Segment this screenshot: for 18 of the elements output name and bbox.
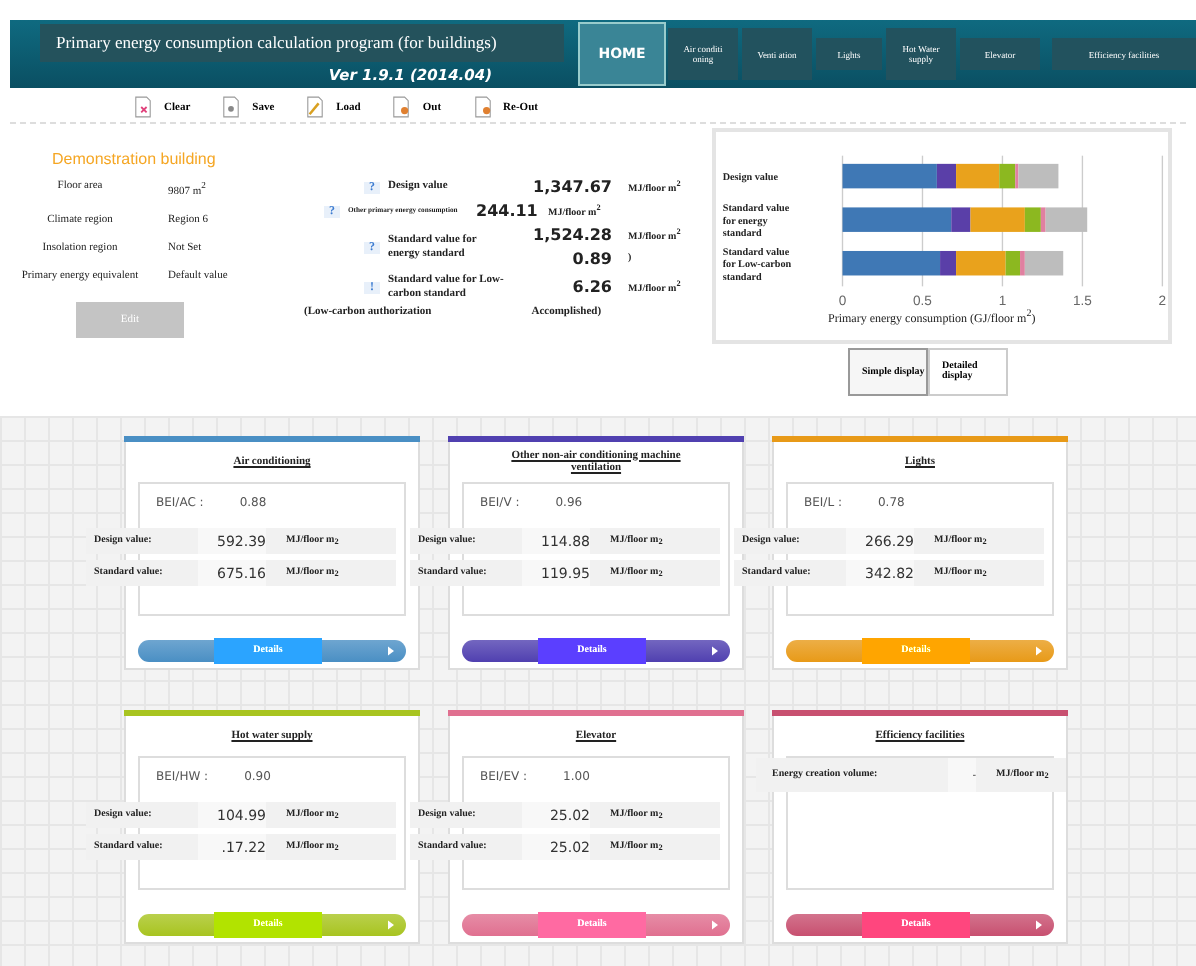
summary-value: 1,347.67	[531, 178, 612, 196]
app-title: Primary energy consumption calculation program (for buildings)	[40, 24, 564, 62]
chevron-icon	[1036, 920, 1042, 930]
file-icon[interactable]	[392, 96, 411, 118]
summary-value: 244.11	[476, 202, 532, 220]
chevron-icon	[712, 920, 718, 930]
summary-value: 6.26	[570, 278, 612, 296]
chevron-icon	[1036, 646, 1042, 656]
chevron-icon	[388, 646, 394, 656]
building-name: Demonstration building	[52, 150, 218, 168]
chevron-icon	[388, 920, 394, 930]
chevron-icon	[712, 646, 718, 656]
file-icon[interactable]	[134, 96, 152, 118]
ratio-value: 0.89	[570, 250, 612, 268]
file-icon[interactable]	[306, 96, 325, 118]
file-icon[interactable]	[473, 96, 492, 118]
summary-value: 1,524.28	[531, 226, 612, 244]
file-icon[interactable]	[222, 96, 241, 118]
